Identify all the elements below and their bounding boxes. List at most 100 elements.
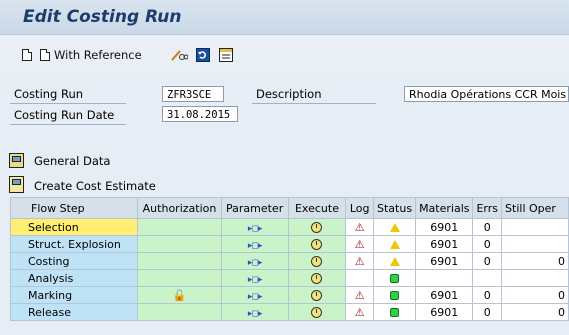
status-cell: [372, 235, 417, 253]
still-oper-cell: 0: [501, 252, 569, 270]
parameter-cell[interactable]: ▸◻▸: [220, 303, 289, 321]
general-data-label[interactable]: General Data: [34, 154, 110, 168]
col-flow-step[interactable]: Flow Step: [9, 197, 139, 219]
parameter-icon[interactable]: ▸◻▸: [248, 292, 262, 302]
execute-cell[interactable]: [287, 235, 347, 253]
flow-step-cell[interactable]: Analysis: [9, 269, 139, 287]
refresh-button[interactable]: [196, 47, 210, 63]
col-errs[interactable]: Errs: [472, 197, 503, 219]
materials-cell: 6901: [415, 235, 474, 253]
status-cell: [372, 286, 417, 304]
log-icon[interactable]: ⚠: [355, 306, 365, 319]
status-cell: [372, 269, 417, 287]
status-cell: [372, 252, 417, 270]
page-title: Edit Costing Run: [23, 7, 182, 27]
execute-cell[interactable]: [287, 286, 347, 304]
execute-clock-icon[interactable]: [311, 307, 323, 318]
title-bar: Edit Costing Run: [0, 0, 569, 35]
execute-clock-icon[interactable]: [311, 290, 323, 301]
flow-step-cell[interactable]: Struct. Explosion: [9, 235, 139, 253]
errs-cell: 0: [472, 286, 503, 304]
log-icon[interactable]: ⚠: [355, 238, 365, 251]
col-status[interactable]: Status: [372, 197, 417, 219]
costing-run-field[interactable]: ZFR3SCE: [162, 86, 224, 102]
parameter-icon[interactable]: ▸◻▸: [248, 309, 262, 319]
execute-clock-icon[interactable]: [311, 222, 323, 233]
errs-cell: 0: [472, 252, 503, 270]
errs-cell: 0: [472, 235, 503, 253]
create-cost-estimate-toggle-icon[interactable]: [9, 176, 24, 193]
description-label: Description: [252, 86, 376, 104]
status-warning-icon: [389, 223, 400, 232]
authorization-cell: [137, 269, 222, 287]
parameter-cell[interactable]: ▸◻▸: [220, 286, 289, 304]
col-log[interactable]: Log: [345, 197, 374, 219]
materials-cell: 6901: [415, 303, 474, 321]
table-row: Costing ▸◻▸ ⚠ 6901 0 0: [9, 252, 569, 270]
log-icon[interactable]: ⚠: [355, 221, 365, 234]
flow-step-cell[interactable]: Selection: [9, 218, 139, 236]
status-warning-icon: [389, 257, 400, 266]
status-cell: [372, 218, 417, 236]
parameter-cell[interactable]: ▸◻▸: [220, 218, 289, 236]
authorization-cell[interactable]: 🔓: [137, 286, 222, 304]
status-ok-icon: [390, 308, 400, 317]
log-cell[interactable]: ⚠: [345, 252, 374, 270]
col-materials[interactable]: Materials: [415, 197, 474, 219]
list-window-icon: [219, 48, 233, 62]
log-icon[interactable]: ⚠: [355, 289, 365, 302]
log-cell[interactable]: ⚠: [345, 303, 374, 321]
parameter-cell[interactable]: ▸◻▸: [220, 252, 289, 270]
execute-clock-icon[interactable]: [311, 239, 323, 250]
log-cell: [345, 269, 374, 287]
errs-cell: [472, 269, 503, 287]
with-reference-button[interactable]: With Reference: [40, 47, 142, 63]
other-run-button[interactable]: [219, 47, 233, 63]
authorization-cell: [137, 252, 222, 270]
description-field[interactable]: Rhodia Opérations CCR Mois: [404, 86, 569, 102]
log-cell[interactable]: ⚠: [345, 235, 374, 253]
errs-cell: 0: [472, 303, 503, 321]
execute-cell[interactable]: [287, 303, 347, 321]
col-execute[interactable]: Execute: [287, 197, 347, 219]
still-oper-cell: [501, 218, 569, 236]
lock-icon[interactable]: 🔓: [173, 289, 187, 302]
execute-clock-icon[interactable]: [311, 256, 323, 267]
materials-cell: 6901: [415, 218, 474, 236]
costing-run-date-field[interactable]: 31.08.2015: [162, 106, 238, 122]
col-still-oper[interactable]: Still Oper: [501, 197, 569, 219]
execute-cell[interactable]: [287, 252, 347, 270]
flow-step-cell[interactable]: Release: [9, 303, 139, 321]
flow-step-cell[interactable]: Marking: [9, 286, 139, 304]
parameter-icon[interactable]: ▸◻▸: [248, 224, 262, 234]
still-oper-cell: [501, 235, 569, 253]
general-data-toggle-icon[interactable]: [9, 153, 24, 168]
still-oper-cell: 0: [501, 286, 569, 304]
execute-cell[interactable]: [287, 218, 347, 236]
log-cell[interactable]: ⚠: [345, 286, 374, 304]
table-row: Struct. Explosion ▸◻▸ ⚠ 6901 0: [9, 235, 569, 253]
col-authorization[interactable]: Authorization: [137, 197, 222, 219]
parameter-icon[interactable]: ▸◻▸: [248, 241, 262, 251]
flow-steps-table: Flow Step Authorization Parameter Execut…: [9, 197, 569, 321]
parameter-icon[interactable]: ▸◻▸: [248, 275, 262, 285]
log-icon[interactable]: ⚠: [355, 255, 365, 268]
flow-step-cell[interactable]: Costing: [9, 252, 139, 270]
materials-cell: 6901: [415, 286, 474, 304]
parameter-cell[interactable]: ▸◻▸: [220, 235, 289, 253]
change-button[interactable]: [170, 47, 188, 63]
table-row: Marking 🔓 ▸◻▸ ⚠ 6901 0 0: [9, 286, 569, 304]
execute-clock-icon[interactable]: [311, 273, 323, 284]
refresh-icon: [196, 48, 210, 62]
parameter-icon[interactable]: ▸◻▸: [248, 258, 262, 268]
col-parameter[interactable]: Parameter: [220, 197, 289, 219]
execute-cell[interactable]: [287, 269, 347, 287]
create-button[interactable]: [22, 47, 32, 63]
with-reference-label: With Reference: [54, 48, 142, 62]
status-ok-icon: [390, 291, 400, 300]
costing-run-label: Costing Run: [10, 86, 126, 104]
table-row: Selection ▸◻▸ ⚠ 6901 0: [9, 218, 569, 236]
log-cell[interactable]: ⚠: [345, 218, 374, 236]
parameter-cell[interactable]: ▸◻▸: [220, 269, 289, 287]
create-cost-estimate-label[interactable]: Create Cost Estimate: [34, 179, 156, 193]
